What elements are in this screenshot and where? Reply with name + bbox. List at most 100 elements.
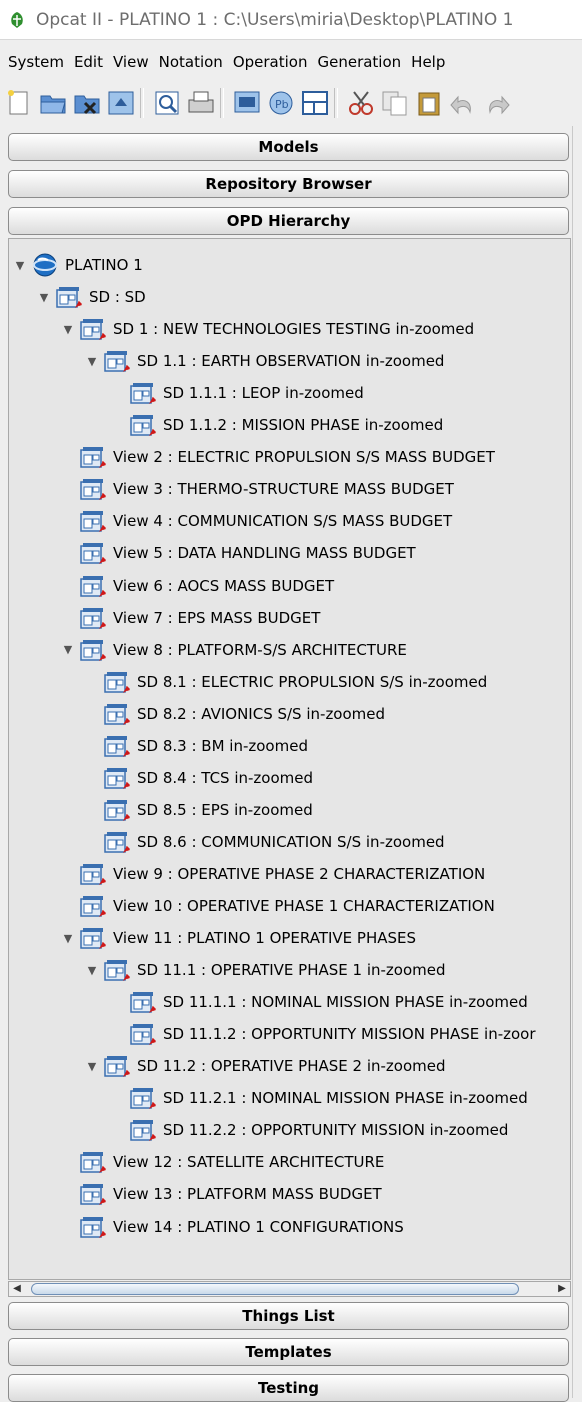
menu-operation[interactable]: Operation	[233, 53, 308, 71]
tree-node-label: View 10 : OPERATIVE PHASE 1 CHARACTERIZA…	[113, 897, 495, 915]
expand-toggle-icon[interactable]: ▼	[61, 932, 75, 945]
expand-toggle-icon[interactable]: ▼	[61, 643, 75, 656]
copy-icon[interactable]	[380, 88, 410, 118]
expand-toggle-icon[interactable]: ▼	[85, 1060, 99, 1073]
open-icon[interactable]	[38, 88, 68, 118]
undo-icon[interactable]	[448, 88, 478, 118]
tree-node[interactable]: View 5 : DATA HANDLING MASS BUDGET	[61, 537, 416, 569]
tree-node[interactable]: ▼ View 8 : PLATFORM-S/S ARCHITECTURE	[61, 634, 407, 666]
tree-node[interactable]: ▼ SD 1 : NEW TECHNOLOGIES TESTING in-zoom…	[61, 313, 474, 345]
tree-node[interactable]: ▼ SD 11.1 : OPERATIVE PHASE 1 in-zoomed	[85, 954, 446, 986]
preview-icon[interactable]	[152, 88, 182, 118]
new-icon[interactable]	[4, 88, 34, 118]
things-list-panel-label: Things List	[242, 1307, 335, 1325]
scroll-left-arrow-icon[interactable]: ◀	[10, 1282, 24, 1296]
menu-system[interactable]: System	[8, 53, 64, 71]
tree-node[interactable]: SD 1.1.2 : MISSION PHASE in-zoomed	[111, 409, 443, 441]
tree-node[interactable]: SD 11.2.2 : OPPORTUNITY MISSION in-zoome…	[111, 1114, 508, 1146]
expand-toggle-icon[interactable]: ▼	[85, 355, 99, 368]
tree-node[interactable]: View 6 : AOCS MASS BUDGET	[61, 570, 334, 602]
opd-diagram-icon	[80, 543, 106, 565]
tree-node[interactable]: View 4 : COMMUNICATION S/S MASS BUDGET	[61, 505, 452, 537]
cut-icon[interactable]	[346, 88, 376, 118]
tree-node-label: SD 11.1 : OPERATIVE PHASE 1 in-zoomed	[137, 961, 446, 980]
tree-node[interactable]: SD 1.1.1 : LEOP in-zoomed	[111, 377, 364, 409]
zoom-icon[interactable]: Pb	[266, 88, 296, 118]
tree-node[interactable]: SD 11.2.1 : NOMINAL MISSION PHASE in-zoo…	[111, 1082, 528, 1114]
tree-node-label: SD 11.2.1 : NOMINAL MISSION PHASE in-zoo…	[163, 1089, 528, 1108]
tree-node[interactable]: SD 8.3 : BM in-zoomed	[85, 730, 308, 762]
tree-node[interactable]: SD 11.1.2 : OPPORTUNITY MISSION PHASE in…	[111, 1018, 536, 1050]
expand-toggle-icon[interactable]: ▼	[13, 259, 27, 272]
title-bar: Opcat II - PLATINO 1 : C:\Users\miria\De…	[0, 0, 582, 40]
tree-node[interactable]: SD 8.2 : AVIONICS S/S in-zoomed	[85, 698, 385, 730]
opd-diagram-icon	[80, 575, 106, 597]
opd-diagram-icon	[80, 447, 106, 469]
tree-node-label: SD 11.1.2 : OPPORTUNITY MISSION PHASE in…	[163, 1025, 536, 1044]
toolbar-separator	[334, 88, 338, 118]
print-icon[interactable]	[186, 88, 216, 118]
expand-toggle-icon[interactable]: ▼	[85, 964, 99, 977]
tree-node[interactable]: View 3 : THERMO-STRUCTURE MASS BUDGET	[61, 473, 454, 505]
tree-node-label: View 7 : EPS MASS BUDGET	[113, 608, 321, 627]
tree-node[interactable]: View 9 : OPERATIVE PHASE 2 CHARACTERIZAT…	[61, 858, 485, 890]
menu-view[interactable]: View	[113, 53, 149, 71]
paste-icon[interactable]	[414, 88, 444, 118]
opd-hierarchy-tree: ▼ PLATINO 1 ▼ SD : SD ▼ SD 1 : NEW TECHNOLOGI…	[8, 238, 571, 1280]
menu-edit[interactable]: Edit	[74, 53, 103, 71]
tree-node[interactable]: View 2 : ELECTRIC PROPULSION S/S MASS BU…	[61, 441, 495, 473]
tree-node[interactable]: ▼ View 11 : PLATINO 1 OPERATIVE PHASES	[61, 922, 416, 954]
tree-node[interactable]: View 7 : EPS MASS BUDGET	[61, 602, 320, 634]
tree-node[interactable]: SD 8.1 : ELECTRIC PROPULSION S/S in-zoom…	[85, 666, 487, 698]
window-title: Opcat II - PLATINO 1 : C:\Users\miria\De…	[36, 9, 514, 30]
things-list-panel-button[interactable]: Things List	[8, 1302, 569, 1330]
horizontal-scrollbar[interactable]: ◀ ▶	[8, 1281, 571, 1297]
opd-diagram-icon	[130, 383, 156, 405]
tree-node-label: SD 1.1 : EARTH OBSERVATION in-zoomed	[137, 352, 445, 371]
models-panel-button[interactable]: Models	[8, 133, 569, 161]
tree-node[interactable]: ▼ SD : SD	[37, 281, 146, 313]
scroll-right-arrow-icon[interactable]: ▶	[555, 1282, 569, 1296]
tree-node[interactable]: ▼ SD 1.1 : EARTH OBSERVATION in-zoomed	[85, 345, 444, 377]
save-icon[interactable]	[106, 88, 136, 118]
tree-node[interactable]: SD 8.6 : COMMUNICATION S/S in-zoomed	[85, 826, 445, 858]
opd-diagram-icon	[104, 767, 130, 789]
opd-icon[interactable]	[232, 88, 262, 118]
redo-icon[interactable]	[482, 88, 512, 118]
opd-hierarchy-panel-button[interactable]: OPD Hierarchy	[8, 207, 569, 235]
scrollbar-thumb[interactable]	[31, 1283, 519, 1295]
tree-node[interactable]: View 12 : SATELLITE ARCHITECTURE	[61, 1146, 384, 1178]
menu-help[interactable]: Help	[411, 53, 445, 71]
tree-node[interactable]: View 13 : PLATFORM MASS BUDGET	[61, 1178, 382, 1210]
tree-node-label: SD 1.1.1 : LEOP in-zoomed	[163, 384, 364, 403]
splitter[interactable]	[572, 126, 582, 1398]
opd-diagram-icon	[104, 703, 130, 725]
tree-node[interactable]: SD 11.1.1 : NOMINAL MISSION PHASE in-zoo…	[111, 986, 528, 1018]
close-icon[interactable]	[72, 88, 102, 118]
opd-hierarchy-panel-label: OPD Hierarchy	[226, 212, 351, 230]
tree-node[interactable]: View 10 : OPERATIVE PHASE 1 CHARACTERIZA…	[61, 890, 495, 922]
opd-diagram-icon	[104, 735, 130, 757]
opd-diagram-icon	[130, 992, 156, 1014]
menu-generation[interactable]: Generation	[317, 53, 401, 71]
tree-node[interactable]: View 14 : PLATINO 1 CONFIGURATIONS	[61, 1211, 404, 1243]
tree-node[interactable]: SD 8.5 : EPS in-zoomed	[85, 794, 313, 826]
expand-toggle-icon[interactable]: ▼	[37, 291, 51, 304]
tree-node[interactable]: SD 8.4 : TCS in-zoomed	[85, 762, 313, 794]
opd-diagram-icon	[80, 607, 106, 629]
tree-node-label: SD 1.1.2 : MISSION PHASE in-zoomed	[163, 416, 444, 435]
repository-browser-panel-button[interactable]: Repository Browser	[8, 170, 569, 198]
tree-node[interactable]: ▼ SD 11.2 : OPERATIVE PHASE 2 in-zoomed	[85, 1050, 446, 1082]
tree-node-label: SD 8.4 : TCS in-zoomed	[137, 768, 314, 787]
expand-toggle-icon[interactable]: ▼	[61, 323, 75, 336]
tree-root-node[interactable]: ▼ PLATINO 1	[13, 249, 143, 281]
layout-icon[interactable]	[300, 88, 330, 118]
templates-panel-label: Templates	[245, 1343, 332, 1361]
opd-diagram-icon	[80, 1152, 106, 1174]
menu-notation[interactable]: Notation	[159, 53, 223, 71]
opd-diagram-icon	[80, 1184, 106, 1206]
opd-diagram-icon	[80, 479, 106, 501]
tree-node-label: View 5 : DATA HANDLING MASS BUDGET	[113, 544, 416, 563]
templates-panel-button[interactable]: Templates	[8, 1338, 569, 1366]
tree-node-label: View 6 : AOCS MASS BUDGET	[113, 576, 335, 595]
